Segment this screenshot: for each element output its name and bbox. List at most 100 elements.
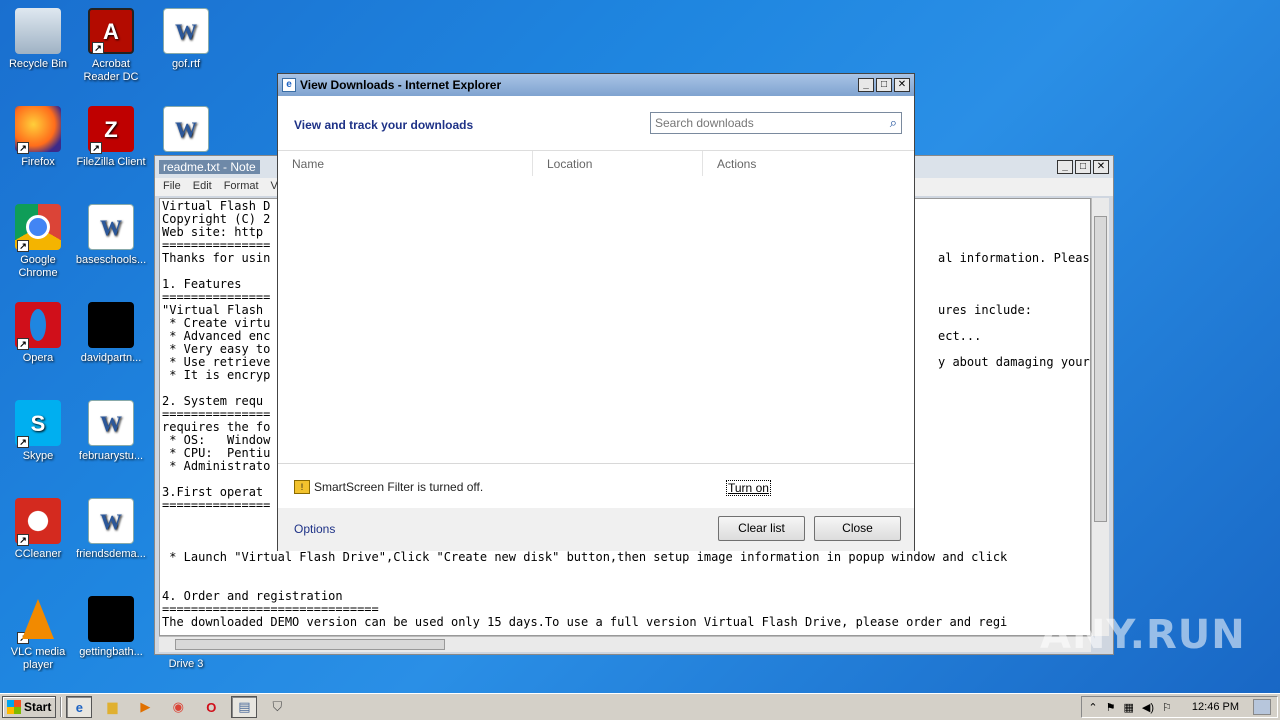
close-dialog-button[interactable]: Close <box>814 516 901 541</box>
shortcut-arrow-icon: ↗ <box>92 42 104 54</box>
icon-label: februarystu... <box>78 450 144 462</box>
icon-label: friendsdema... <box>76 548 146 560</box>
maximize-button[interactable]: □ <box>1075 160 1091 174</box>
black-file-icon <box>88 302 134 348</box>
dialog-footer: Options Clear list Close <box>278 508 914 551</box>
icon-label: gof.rtf <box>171 58 201 70</box>
notepad-launch-line: * Launch "Virtual Flash Drive",Click "Cr… <box>162 550 1008 564</box>
black-file-icon <box>88 596 134 642</box>
clear-list-button[interactable]: Clear list <box>718 516 805 541</box>
skype-shortcut[interactable]: S ↗ Skype <box>0 400 76 463</box>
notepad-vertical-scrollbar[interactable] <box>1091 198 1109 636</box>
show-hidden-icons-icon[interactable]: ⌃ <box>1088 701 1097 714</box>
firefox-shortcut[interactable]: ↗ Firefox <box>0 106 76 169</box>
shortcut-arrow-icon: ↗ <box>17 338 29 350</box>
shortcut-arrow-icon: ↗ <box>17 142 29 154</box>
gof-rtf-file[interactable]: W gof.rtf <box>148 8 224 71</box>
taskbar-separator <box>60 697 63 717</box>
taskbar-chrome-button[interactable]: ◉ <box>165 696 191 718</box>
show-desktop-button[interactable] <box>1253 699 1271 715</box>
scroll-thumb[interactable] <box>1094 216 1107 522</box>
recycle-bin-shortcut[interactable]: Recycle Bin <box>0 8 76 71</box>
anyrun-watermark: ANY.RUN <box>1040 612 1246 658</box>
icon-label: Drive 3 <box>168 658 204 670</box>
filezilla-shortcut[interactable]: Z ↗ FileZilla Client <box>73 106 149 169</box>
security-warning-icon: ⛉ <box>272 699 283 714</box>
search-downloads-input[interactable]: Search downloads ⌕ <box>650 112 902 134</box>
word-file[interactable]: W <box>148 106 224 156</box>
friendsdema-file[interactable]: W friendsdema... <box>73 498 149 561</box>
taskbar-app-button[interactable]: ⛉ <box>264 696 290 718</box>
network-icon[interactable]: ▦ <box>1124 701 1134 714</box>
ccleaner-shortcut[interactable]: ↗ CCleaner <box>0 498 76 561</box>
notepad-last-line: The downloaded DEMO version can be used … <box>162 615 1008 629</box>
taskbar-opera-button[interactable]: O <box>198 696 224 718</box>
scroll-thumb[interactable] <box>175 639 445 650</box>
taskbar-ie-button[interactable]: e <box>66 696 93 718</box>
view-downloads-dialog[interactable]: e View Downloads - Internet Explorer _ □… <box>277 73 915 551</box>
minimize-button[interactable]: _ <box>858 78 874 92</box>
start-button[interactable]: Start <box>2 696 57 718</box>
acrobat-shortcut[interactable]: A ↗ Acrobat Reader DC <box>73 8 149 84</box>
internet-explorer-icon: e <box>75 699 83 715</box>
icon-label: Firefox <box>21 156 55 168</box>
taskbar: Start e ▆ ▶ ◉ O ▤ ⛉ ⌃ ⚑ ▦ ◀) ⚐ 12:46 PM <box>0 693 1280 720</box>
downloads-list <box>278 176 914 464</box>
chrome-shortcut[interactable]: ↗ Google Chrome <box>0 204 76 280</box>
folder-icon: ▆ <box>107 699 118 714</box>
recycle-bin-icon <box>15 8 61 54</box>
downloads-header: View and track your downloads Search dow… <box>278 96 914 150</box>
shortcut-arrow-icon: ↗ <box>90 142 102 154</box>
action-center-icon[interactable]: ⚑ <box>1106 701 1116 714</box>
clock[interactable]: 12:46 PM <box>1192 701 1239 713</box>
menu-file[interactable]: File <box>163 180 181 194</box>
icon-label: CCleaner <box>14 548 62 560</box>
opera-shortcut[interactable]: ↗ Opera <box>0 302 76 365</box>
virtual-drive-shortcut[interactable]: Drive 3 <box>148 658 224 671</box>
taskbar-media-player-button[interactable]: ▶ <box>132 696 158 718</box>
icon-label: gettingbath... <box>79 646 143 658</box>
column-location[interactable]: Location <box>533 151 703 176</box>
acrobat-icon: A ↗ <box>88 8 134 54</box>
menu-format[interactable]: Format <box>224 180 259 194</box>
volume-icon[interactable]: ◀) <box>1142 701 1154 714</box>
dialog-titlebar[interactable]: e View Downloads - Internet Explorer _ □… <box>278 74 914 96</box>
shortcut-arrow-icon: ↗ <box>17 534 29 546</box>
vlc-shortcut[interactable]: ↗ VLC media player <box>0 596 76 672</box>
opera-icon: ↗ <box>15 302 61 350</box>
column-name[interactable]: Name <box>278 151 533 176</box>
minimize-button[interactable]: _ <box>1057 160 1073 174</box>
notepad-right-text: al information. Please ures include: ect… <box>938 251 1090 369</box>
baseschools-file[interactable]: W baseschools... <box>73 204 149 267</box>
maximize-button[interactable]: □ <box>876 78 892 92</box>
downloads-heading: View and track your downloads <box>294 118 474 132</box>
search-icon[interactable]: ⌕ <box>890 115 897 131</box>
notepad-title: readme.txt - Note <box>159 160 260 174</box>
word-document-icon: W <box>163 106 209 152</box>
vlc-icon: ↗ <box>15 596 61 644</box>
dialog-title: View Downloads - Internet Explorer <box>300 78 502 92</box>
word-document-icon: W <box>88 498 134 544</box>
davidpartn-file[interactable]: davidpartn... <box>73 302 149 365</box>
word-document-icon: W <box>88 400 134 446</box>
shortcut-arrow-icon: ↗ <box>17 632 29 644</box>
icon-label: FileZilla Client <box>76 156 146 168</box>
close-button[interactable]: ✕ <box>1093 160 1109 174</box>
options-link[interactable]: Options <box>294 522 335 536</box>
flag-icon[interactable]: ⚐ <box>1162 701 1172 714</box>
close-button[interactable]: ✕ <box>894 78 910 92</box>
shortcut-arrow-icon: ↗ <box>17 436 29 448</box>
notepad-horizontal-scrollbar[interactable] <box>159 636 1091 652</box>
turn-on-link[interactable]: Turn on <box>726 480 771 496</box>
taskbar-explorer-button[interactable]: ▆ <box>99 696 125 718</box>
column-actions[interactable]: Actions <box>703 151 770 176</box>
februarystu-file[interactable]: W februarystu... <box>73 400 149 463</box>
taskbar-notepad-button[interactable]: ▤ <box>231 696 258 718</box>
icon-label: davidpartn... <box>80 352 142 364</box>
word-document-icon: W <box>163 8 209 54</box>
icon-label: baseschools... <box>75 254 147 266</box>
menu-edit[interactable]: Edit <box>193 180 212 194</box>
gettingbath-file[interactable]: gettingbath... <box>73 596 149 659</box>
windows-logo-icon <box>7 700 21 714</box>
media-player-icon: ▶ <box>140 699 151 714</box>
